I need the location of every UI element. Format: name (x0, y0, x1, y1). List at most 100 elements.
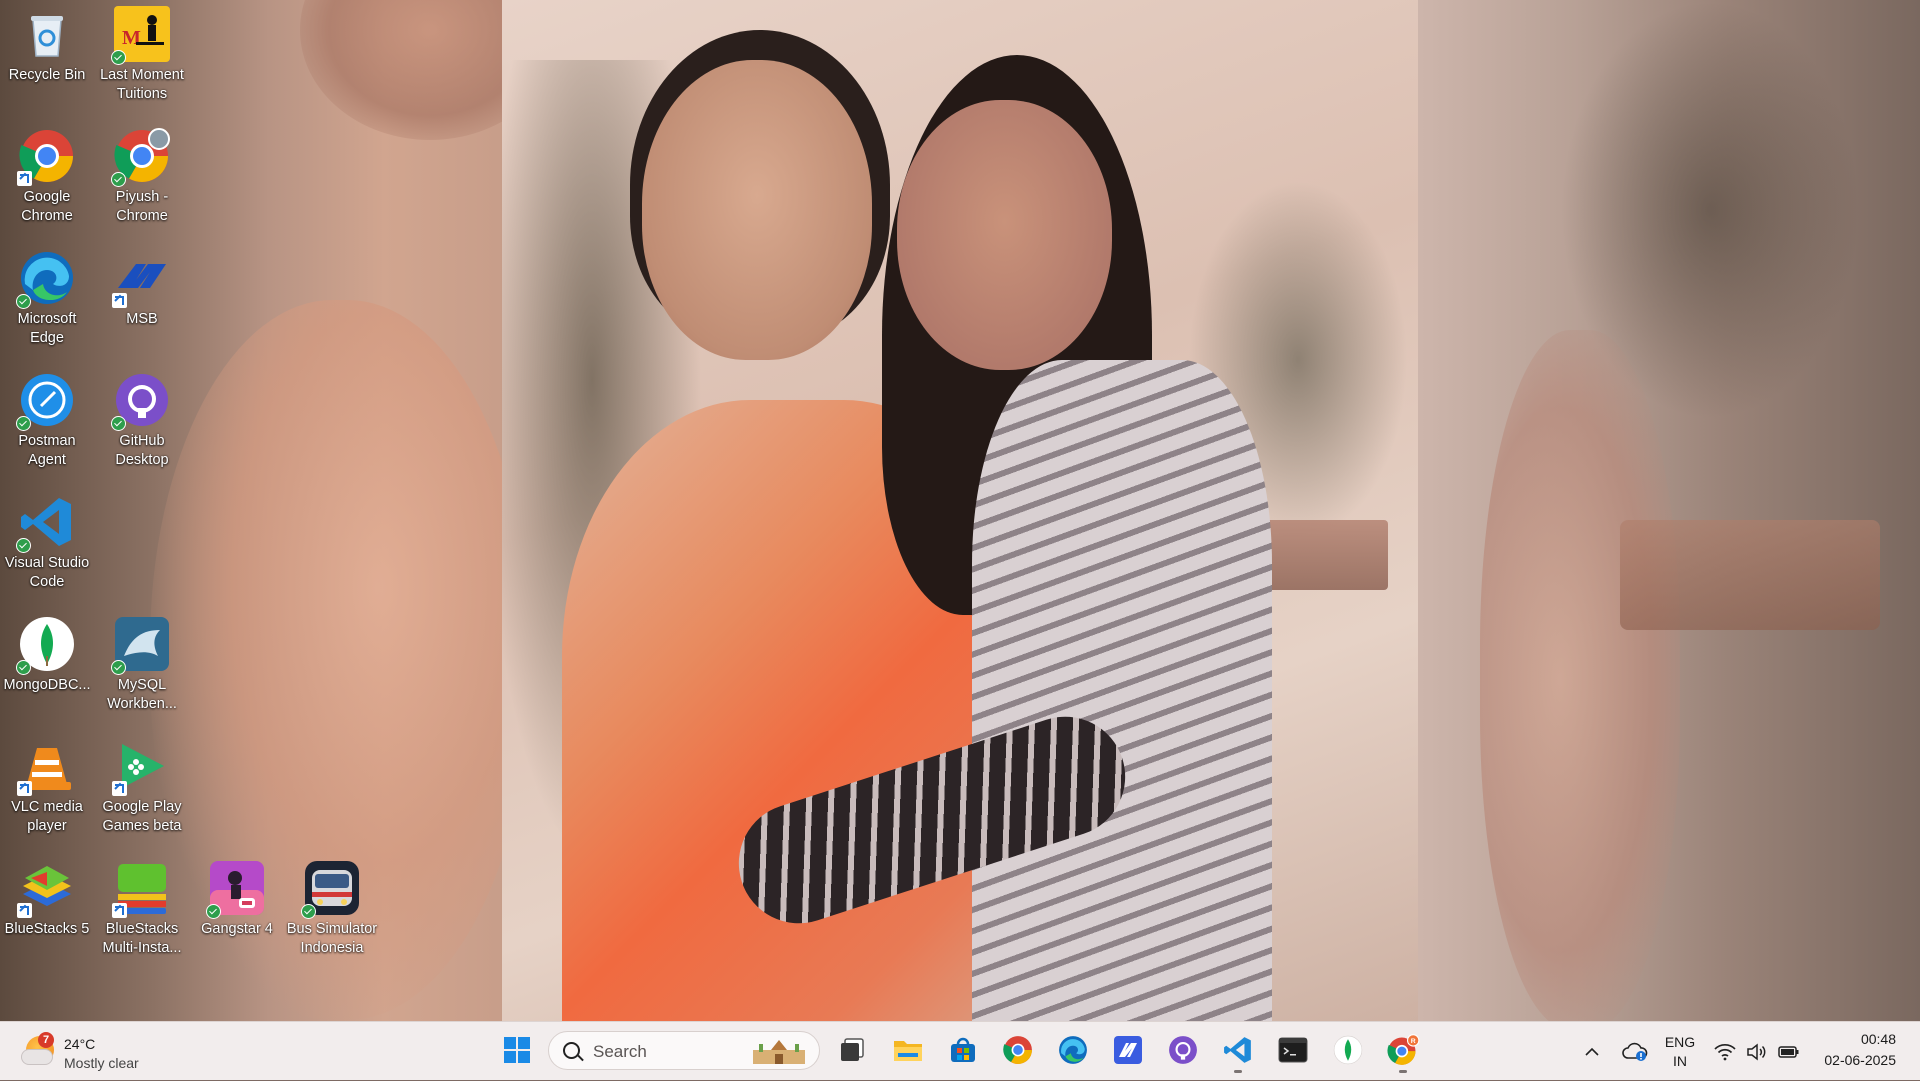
taskbar-task-view[interactable] (832, 1030, 872, 1070)
taskbar-microsoft-store[interactable] (943, 1030, 983, 1070)
svg-text:M: M (122, 27, 141, 49)
taskbar-github-desktop[interactable] (1163, 1030, 1203, 1070)
chrome-icon (17, 128, 75, 186)
vlc-icon (17, 738, 75, 796)
profile-badge-letter: R (1411, 1038, 1416, 1045)
mysql-workbench-icon (111, 616, 170, 675)
tray-cloud-status[interactable] (1618, 1022, 1652, 1081)
system-clock[interactable]: 00:48 02-06-2025 (1824, 1029, 1896, 1071)
keyboard-region: IN (1673, 1052, 1687, 1069)
desktop-icon-google-chrome[interactable]: Google Chrome (1, 122, 93, 226)
chrome-profile-icon (111, 128, 170, 187)
language-indicator[interactable]: ENG IN (1658, 1022, 1702, 1081)
desktop-icon-label: BlueStacks Multi-Insta... (102, 921, 182, 956)
last-moment-tuitions-icon: M (111, 6, 170, 65)
search-icon (563, 1042, 580, 1059)
taskbar-chrome-profile[interactable]: R (1383, 1030, 1423, 1073)
clock-time: 00:48 (1860, 1031, 1896, 1047)
desktop-icon-recycle-bin[interactable]: Recycle Bin (1, 0, 93, 85)
mongodb-compass-icon (16, 616, 75, 675)
taskbar-vscode[interactable] (1218, 1030, 1258, 1073)
cloud-sync-icon (1622, 1042, 1648, 1061)
desktop-icon-label: MongoDBC... (3, 677, 91, 693)
desktop-icon-label: Piyush - Chrome (115, 189, 169, 224)
desktop-icon-visual-studio-code[interactable]: Visual Studio Code (1, 488, 93, 592)
sync-status-icon (16, 294, 31, 309)
wallpaper-blur-right-roof (1620, 520, 1880, 630)
wallpaper-photo (502, 0, 1418, 1021)
language-code: ENG (1664, 1033, 1696, 1050)
terminal-icon (1278, 1037, 1308, 1063)
desktop-icon-google-play-games-beta[interactable]: Google Play Games beta (96, 732, 188, 836)
taskbar-terminal[interactable] (1273, 1030, 1313, 1070)
desktop-icon-piyush-chrome[interactable]: Piyush - Chrome (96, 122, 188, 226)
weather-temperature: 24°C (64, 1036, 96, 1052)
bus-simulator-icon (301, 860, 360, 919)
microsoft-store-icon (951, 1037, 975, 1062)
desktop-icon-vlc-media-player[interactable]: VLC media player (1, 732, 93, 836)
msb-icon (1114, 1036, 1142, 1064)
sync-status-icon (111, 50, 126, 65)
file-explorer-icon (894, 1041, 922, 1061)
taskbar-mongodb-compass[interactable] (1328, 1030, 1368, 1070)
volume-icon (1747, 1042, 1766, 1061)
desktop-icon-microsoft-edge[interactable]: Microsoft Edge (1, 244, 93, 348)
taskbar-file-explorer[interactable] (888, 1030, 928, 1070)
weather-notification-badge: 7 (38, 1032, 54, 1048)
desktop-icon-postman-agent[interactable]: Postman Agent (1, 366, 93, 470)
desktop-icon-bluestacks-5[interactable]: BlueStacks 5 (1, 854, 93, 939)
desktop-icon-label: Google Chrome (21, 189, 73, 224)
taskbar-search-box[interactable]: Search (548, 1031, 820, 1070)
desktop-icon-bluestacks-multi-instance[interactable]: BlueStacks Multi-Insta... (96, 854, 188, 958)
weather-widget[interactable]: 7 24°C Mostly clear (22, 1028, 162, 1074)
desktop-icon-label: MySQL Workben... (107, 677, 177, 712)
vscode-icon (16, 494, 75, 553)
taskbar-edge[interactable] (1053, 1030, 1093, 1070)
sync-status-icon (16, 660, 31, 675)
start-button[interactable] (497, 1030, 537, 1070)
sync-status-icon (16, 416, 31, 431)
chrome-profile-icon: R (1387, 1034, 1420, 1065)
desktop-icon-label: Recycle Bin (8, 67, 86, 83)
desktop-icon-mysql-workbench[interactable]: MySQL Workben... (96, 610, 188, 714)
desktop-icon-github-desktop[interactable]: GitHub Desktop (96, 366, 188, 470)
gangstar-4-icon (206, 860, 265, 919)
bluestacks-multi-instance-icon (112, 860, 170, 918)
clock-date: 02-06-2025 (1824, 1052, 1896, 1068)
show-hidden-icons-button[interactable] (1578, 1022, 1606, 1081)
desktop-icon-label: Visual Studio Code (4, 555, 90, 590)
wallpaper-blur-right-figure (1480, 330, 1680, 1021)
desktop-icon-label: BlueStacks 5 (4, 921, 90, 937)
task-view-icon (841, 1038, 864, 1061)
desktop-icon-last-moment-tuitions[interactable]: M Last Moment Tuitions (96, 0, 188, 104)
bluestacks-icon (17, 860, 75, 918)
sync-status-icon (206, 904, 221, 919)
quick-settings-button[interactable] (1712, 1022, 1802, 1081)
running-indicator (1399, 1070, 1407, 1073)
shortcut-arrow-icon (112, 781, 127, 796)
running-indicator (1234, 1070, 1242, 1073)
github-desktop-icon (1169, 1036, 1197, 1064)
weather-cloud-icon (22, 1050, 52, 1064)
edge-icon (16, 250, 75, 309)
desktop-icon-label: GitHub Desktop (115, 433, 169, 468)
sync-status-icon (111, 416, 126, 431)
desktop-icon-gangstar-4[interactable]: Gangstar 4 (191, 854, 283, 939)
sync-status-icon (111, 660, 126, 675)
edge-icon (1059, 1036, 1087, 1064)
search-highlight-art-icon (753, 1040, 805, 1064)
desktop-icon-mongodb-compass[interactable]: MongoDBC... (1, 610, 93, 695)
sync-status-icon (111, 172, 126, 187)
sync-status-icon (301, 904, 316, 919)
shortcut-arrow-icon (17, 903, 32, 918)
shortcut-arrow-icon (112, 293, 127, 308)
desktop-icon-bus-simulator-indonesia[interactable]: Bus Simulator Indonesia (286, 854, 378, 958)
taskbar-chrome[interactable] (998, 1030, 1038, 1070)
desktop-icon-label: Microsoft Edge (17, 311, 77, 346)
taskbar-msb[interactable] (1108, 1030, 1148, 1070)
desktop-icon-msb[interactable]: MSB (96, 244, 188, 329)
postman-icon (16, 372, 75, 431)
shortcut-arrow-icon (112, 903, 127, 918)
github-desktop-icon (111, 372, 170, 431)
taskbar: 7 24°C Mostly clear Search R ENG IN 00:4… (0, 1021, 1920, 1080)
